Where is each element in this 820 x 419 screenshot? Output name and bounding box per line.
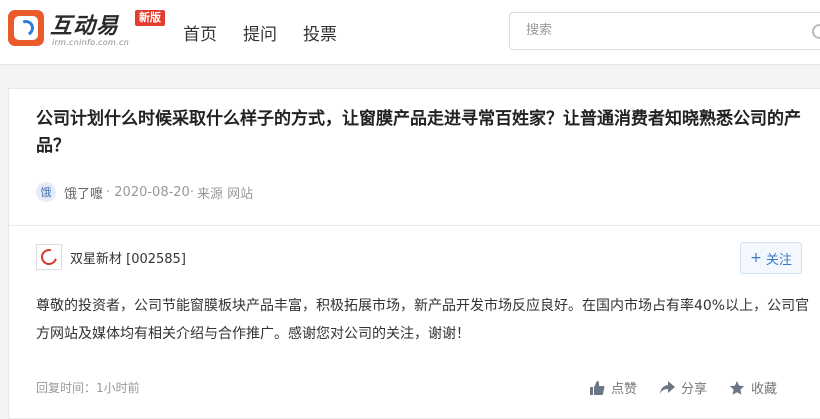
- question-source: 来源 网站: [196, 186, 254, 202]
- top-header: 互动易 新版 irm.cninfo.com.cn 首页 提问 投票: [0, 0, 820, 65]
- collect-button[interactable]: 收藏: [729, 378, 777, 397]
- main-nav: 首页 提问 投票: [183, 20, 337, 45]
- plus-icon: +: [750, 250, 762, 266]
- avatar[interactable]: 饿: [36, 182, 56, 202]
- search-input[interactable]: [524, 22, 808, 39]
- logo-name: 互动易: [50, 14, 120, 39]
- author-name[interactable]: 饿了嚒: [64, 183, 103, 202]
- question-date: · 2020-08-20·: [106, 184, 194, 200]
- reply-time: 回复时间：1小时前: [36, 381, 140, 395]
- like-label: 点赞: [611, 382, 638, 397]
- nav-vote[interactable]: 投票: [303, 20, 337, 45]
- share-icon: [660, 380, 676, 394]
- nav-ask[interactable]: 提问: [243, 20, 277, 45]
- answer-text: 尊敬的投资者，公司节能窗膜板块产品丰富，积极拓展市场，新产品开发市场反应良好。在…: [36, 298, 810, 342]
- company-info: 双星新材 [002585]: [36, 244, 186, 270]
- share-label: 分享: [681, 382, 708, 397]
- site-logo[interactable]: 互动易 新版 irm.cninfo.com.cn: [8, 8, 168, 54]
- divider: [9, 225, 820, 226]
- nav-home[interactable]: 首页: [183, 20, 217, 45]
- share-button[interactable]: 分享: [659, 378, 707, 397]
- thumbs-up-icon: [590, 380, 605, 395]
- follow-label: 关注: [765, 252, 792, 268]
- star-icon: [729, 380, 745, 395]
- question-card: 公司计划什么时候采取什么样子的方式，让窗膜产品走进寻常百姓家？让普通消费者知晓熟…: [8, 88, 820, 419]
- company-name[interactable]: 双星新材 [002585]: [70, 248, 186, 267]
- question-meta: 饿 饿了嚒 · 2020-08-20· 来源 网站: [36, 182, 253, 202]
- company-logo-icon[interactable]: [36, 244, 62, 270]
- collect-label: 收藏: [751, 382, 778, 397]
- search-icon[interactable]: [812, 24, 820, 39]
- question-title: 公司计划什么时候采取什么样子的方式，让窗膜产品走进寻常百姓家？让普通消费者知晓熟…: [36, 109, 801, 156]
- logo-domain: irm.cninfo.com.cn: [52, 38, 130, 47]
- answer-actions: 点赞 分享 收藏: [589, 378, 777, 397]
- logo-mark-icon: [8, 10, 44, 46]
- new-version-badge: 新版: [135, 10, 165, 26]
- follow-button[interactable]: + 关注: [740, 242, 802, 274]
- search-box: [509, 12, 820, 50]
- like-button[interactable]: 点赞: [589, 378, 637, 397]
